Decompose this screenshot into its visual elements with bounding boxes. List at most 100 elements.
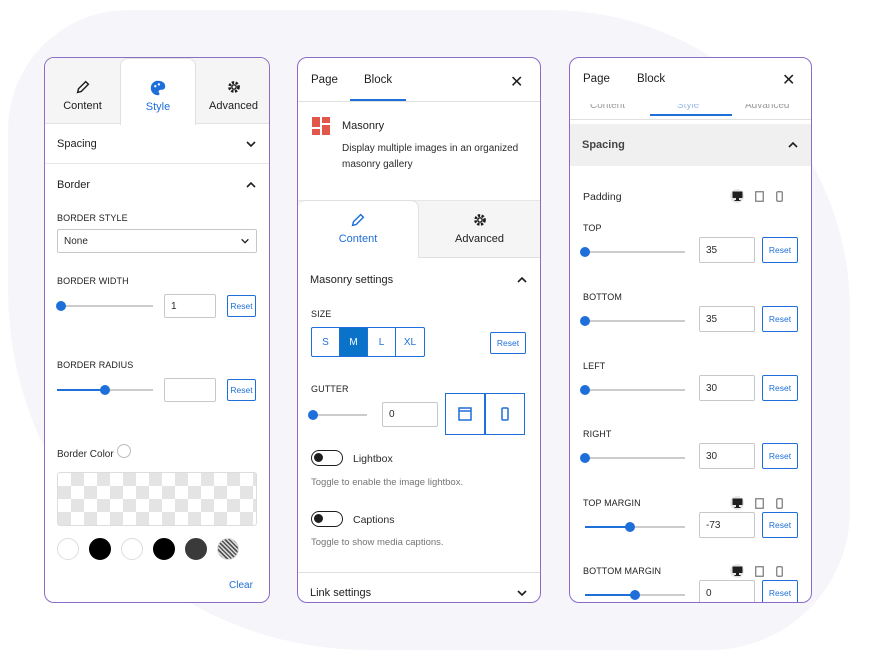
size-option-xl[interactable]: XL [396, 328, 424, 356]
border-width-slider[interactable] [55, 301, 153, 311]
tab-content-partial[interactable]: Content [590, 104, 625, 111]
captions-toggle[interactable] [311, 511, 343, 527]
spacing-reset-button[interactable]: Reset [762, 443, 798, 469]
tab-style[interactable]: Style [120, 58, 196, 125]
border-radius-slider[interactable] [57, 385, 153, 395]
spacing-slider[interactable] [580, 316, 685, 326]
spacing-reset-button[interactable]: Reset [762, 580, 798, 602]
mobile-icon[interactable] [772, 496, 786, 510]
size-reset-button[interactable]: Reset [490, 332, 526, 354]
slider-handle[interactable] [580, 453, 590, 463]
gutter-input[interactable]: 0 [382, 402, 438, 427]
border-style-label: BORDER STYLE [57, 213, 128, 223]
color-swatch-black[interactable] [89, 538, 111, 560]
spacing-value-input[interactable]: 30 [699, 375, 755, 401]
mobile-icon[interactable] [772, 564, 786, 578]
sidebar-header: Page Block ✕ [298, 58, 540, 102]
spacing-reset-button[interactable]: Reset [762, 237, 798, 263]
spacing-reset-button[interactable]: Reset [762, 512, 798, 538]
color-swatch-black[interactable] [153, 538, 175, 560]
size-selector: S M L XL [311, 327, 425, 357]
spacing-slider[interactable] [580, 453, 685, 463]
gutter-slider[interactable] [308, 410, 367, 420]
color-preview[interactable] [57, 472, 257, 526]
size-option-l[interactable]: L [368, 328, 396, 356]
slider-handle[interactable] [580, 316, 590, 326]
color-swatch-white[interactable] [57, 538, 79, 560]
current-color-indicator[interactable] [117, 444, 131, 458]
active-tab-indicator [350, 99, 406, 101]
tab-content[interactable]: Content [45, 58, 120, 124]
spacing-heading: Spacing [57, 137, 97, 150]
tab-advanced-partial[interactable]: Advanced [745, 104, 789, 111]
border-width-reset-button[interactable]: Reset [227, 295, 256, 317]
slider-handle[interactable] [308, 410, 318, 420]
spacing-section-toggle[interactable]: Spacing [570, 124, 811, 166]
tablet-icon[interactable] [752, 189, 766, 203]
size-option-m[interactable]: M [340, 328, 368, 356]
layout-narrow-button[interactable] [485, 393, 525, 435]
lightbox-toggle[interactable] [311, 450, 343, 466]
border-radius-reset-button[interactable]: Reset [227, 379, 256, 401]
color-swatch-white[interactable] [121, 538, 143, 560]
desktop-icon[interactable] [730, 189, 744, 203]
tab-block[interactable]: Block [637, 73, 665, 85]
spacing-slider[interactable] [585, 590, 685, 600]
clear-color-link[interactable]: Clear [229, 580, 253, 591]
spacing-slider[interactable] [585, 522, 685, 532]
spacing-value-input[interactable]: -73 [699, 512, 755, 538]
block-description: Display multiple images in an organized … [342, 143, 519, 170]
desktop-icon[interactable] [730, 496, 744, 510]
masonry-settings-heading: Masonry settings [310, 274, 394, 286]
close-icon[interactable]: ✕ [782, 70, 795, 90]
tab-block[interactable]: Block [364, 74, 392, 86]
inspector-tabs: Content Advanced [298, 200, 540, 258]
tab-advanced[interactable]: Advanced [196, 58, 269, 124]
mobile-icon[interactable] [772, 189, 786, 203]
tab-page[interactable]: Page [311, 74, 338, 86]
chevron-down-icon [246, 140, 256, 147]
tablet-icon[interactable] [752, 496, 766, 510]
slider-handle[interactable] [580, 247, 590, 257]
slider-handle[interactable] [580, 385, 590, 395]
lightbox-label: Lightbox [353, 453, 393, 465]
border-style-select[interactable]: None [57, 229, 257, 253]
tab-content[interactable]: Content [298, 200, 419, 258]
masonry-settings-toggle[interactable]: Masonry settings [298, 260, 540, 300]
border-section-toggle[interactable]: Border [45, 165, 269, 205]
color-swatch-dark-gray[interactable] [185, 538, 207, 560]
spacing-value-input[interactable]: 35 [699, 306, 755, 332]
spacing-reset-button[interactable]: Reset [762, 306, 798, 332]
layout-wide-button[interactable] [445, 393, 485, 435]
spacing-field-label: TOP [583, 223, 602, 233]
slider-handle[interactable] [100, 385, 110, 395]
gear-icon [473, 214, 486, 226]
spacing-value-input[interactable]: 35 [699, 237, 755, 263]
spacing-reset-button[interactable]: Reset [762, 375, 798, 401]
spacing-slider[interactable] [580, 385, 685, 395]
spacing-value-input[interactable]: 0 [699, 580, 755, 602]
size-option-s[interactable]: S [312, 328, 340, 356]
desktop-icon[interactable] [730, 564, 744, 578]
close-icon[interactable]: ✕ [510, 72, 523, 92]
tab-style-partial[interactable]: Style [677, 104, 699, 111]
padding-label: Padding [583, 191, 622, 203]
border-width-input[interactable]: 1 [164, 294, 216, 318]
inspector-tabs: Content Style Advanced [45, 58, 269, 125]
slider-handle[interactable] [55, 301, 66, 311]
slider-handle[interactable] [625, 522, 635, 532]
slider-handle[interactable] [630, 590, 640, 600]
slider-fill [585, 526, 630, 528]
captions-help: Toggle to show media captions. [311, 537, 444, 548]
color-swatch-pattern[interactable] [217, 538, 239, 560]
spacing-slider[interactable] [580, 247, 685, 257]
chevron-down-icon [517, 589, 527, 596]
spacing-value-input[interactable]: 30 [699, 443, 755, 469]
active-tab-indicator [650, 114, 732, 116]
tablet-icon[interactable] [752, 564, 766, 578]
tab-page[interactable]: Page [583, 73, 610, 85]
border-radius-input[interactable] [164, 378, 216, 402]
link-settings-toggle[interactable]: Link settings [298, 572, 540, 602]
tab-advanced[interactable]: Advanced [419, 201, 540, 259]
spacing-section-toggle[interactable]: Spacing [45, 124, 269, 164]
